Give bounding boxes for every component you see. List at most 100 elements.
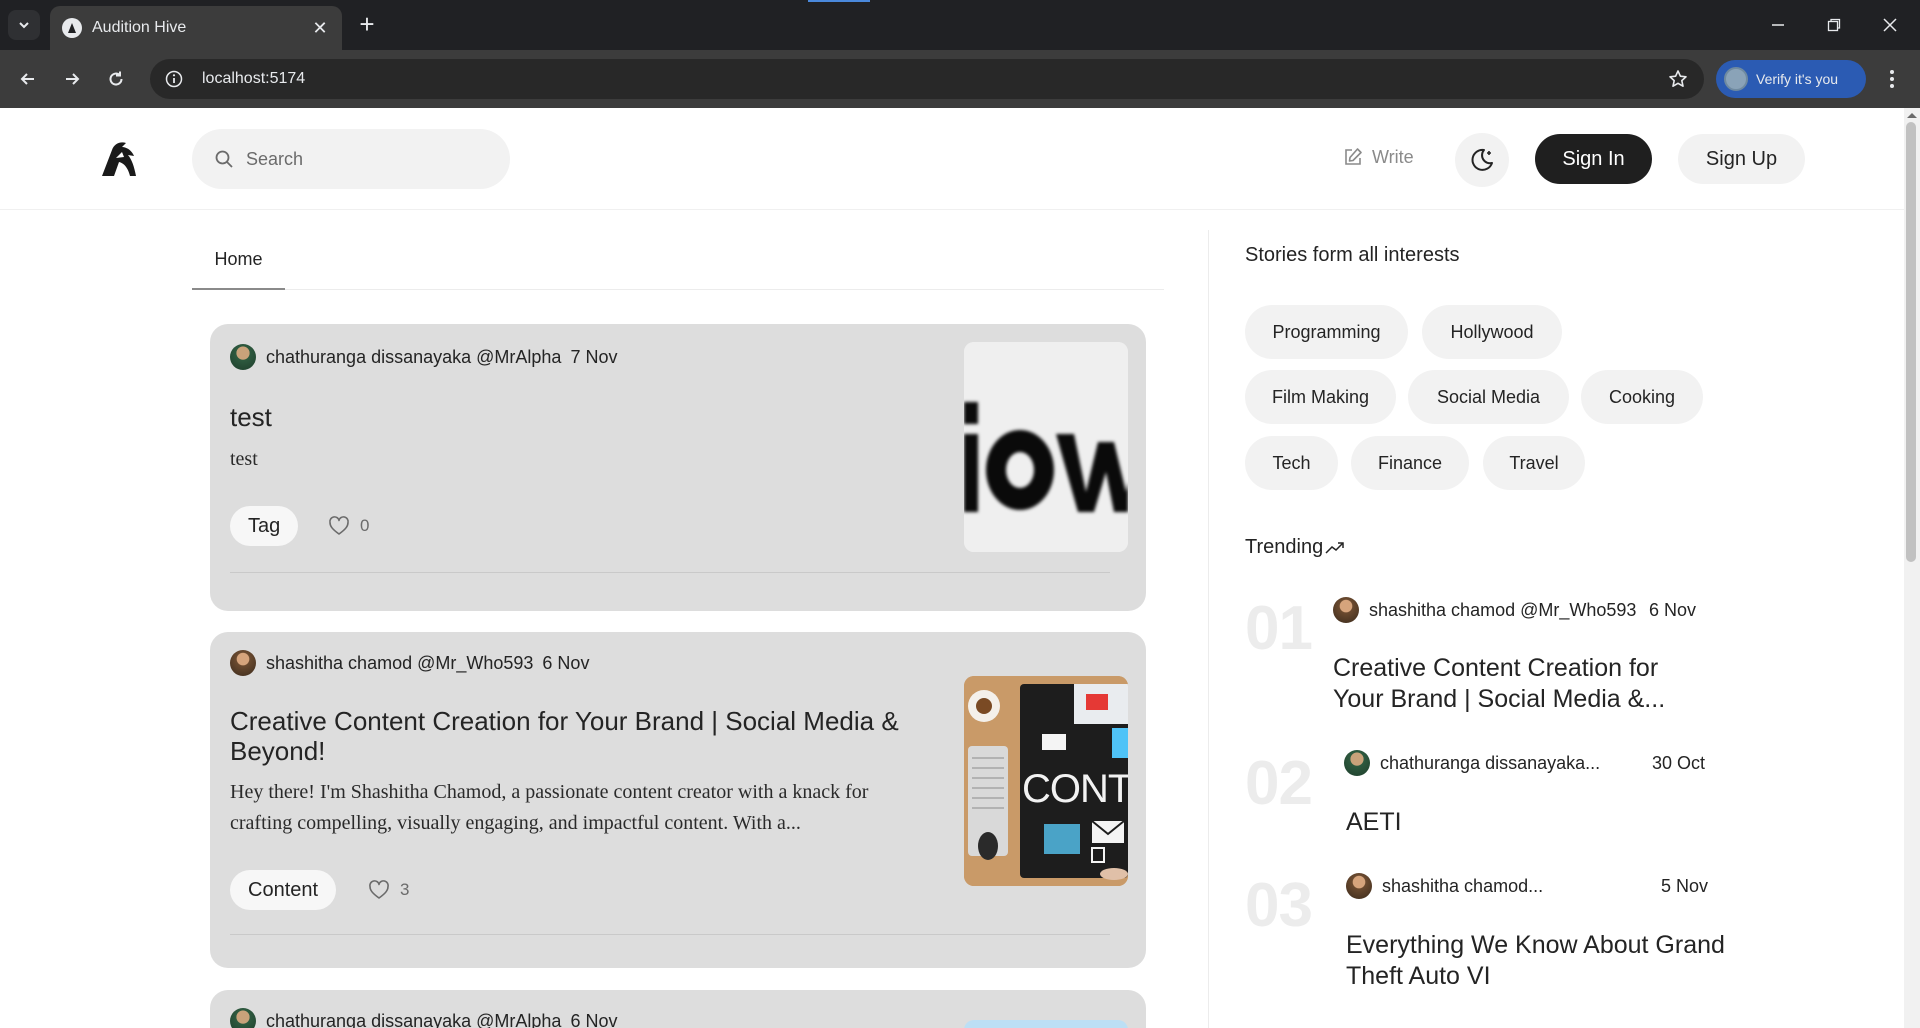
scrollbar-thumb[interactable] xyxy=(1906,122,1916,562)
restore-icon xyxy=(1827,18,1841,32)
avatar xyxy=(230,1008,256,1028)
trending-author-name: shashitha chamod @Mr_Who593 xyxy=(1369,599,1637,620)
pencil-square-icon xyxy=(1345,148,1362,165)
search-icon xyxy=(215,150,233,168)
card-divider xyxy=(230,934,1110,935)
avatar xyxy=(230,344,256,370)
browser-menu-button[interactable] xyxy=(1880,63,1904,95)
heart-icon xyxy=(369,880,389,899)
page-viewport: Write Sign In Sign Up Home chathuranga d… xyxy=(0,108,1920,1028)
post-title[interactable]: test xyxy=(230,402,950,432)
trending-date: 30 Oct xyxy=(1652,753,1706,773)
trending-author-name: shashitha chamod... xyxy=(1382,875,1544,896)
arrow-right-icon xyxy=(66,73,80,85)
browser-toolbar: localhost:5174 Verify it's you xyxy=(0,50,1920,108)
avatar xyxy=(1344,750,1370,776)
trending-date: 6 Nov xyxy=(1649,600,1697,620)
avatar xyxy=(1333,597,1359,623)
post-author[interactable]: shashitha chamod @Mr_Who593 6 Nov xyxy=(230,650,589,676)
post-tag[interactable]: Tag xyxy=(230,506,299,546)
write-label: Write xyxy=(1372,146,1414,167)
verify-identity-button[interactable]: Verify it's you xyxy=(1716,60,1866,98)
interest-chip-tech[interactable]: Tech xyxy=(1245,436,1338,490)
trending-author[interactable]: shashitha chamod @Mr_Who593 xyxy=(1333,597,1636,623)
theme-toggle-button[interactable] xyxy=(1455,133,1509,187)
like-count: 3 xyxy=(400,880,410,899)
site-info-icon[interactable] xyxy=(164,69,184,89)
interests-heading: Stories form all interests xyxy=(1245,244,1460,266)
post-title[interactable]: Creative Content Creation for Your Brand… xyxy=(230,706,950,766)
interest-chip-film-making[interactable]: Film Making xyxy=(1245,370,1396,424)
tab-title: Audition Hive xyxy=(92,19,187,36)
tab-home[interactable]: Home xyxy=(192,230,285,290)
trending-number: 01 xyxy=(1245,594,1313,663)
post-author[interactable]: chathuranga dissanayaka @MrAlpha 7 Nov xyxy=(230,344,617,370)
restore-button[interactable] xyxy=(1806,0,1862,50)
url-text[interactable]: localhost:5174 xyxy=(202,70,1666,88)
bookmark-star-icon[interactable] xyxy=(1666,67,1690,91)
post-thumbnail[interactable] xyxy=(964,342,1128,552)
site-logo[interactable] xyxy=(98,138,140,180)
trending-number: 02 xyxy=(1245,749,1313,818)
profile-avatar xyxy=(1724,67,1748,91)
trending-title[interactable]: AETI xyxy=(1346,807,1726,838)
interest-chip-finance[interactable]: Finance xyxy=(1351,436,1469,490)
trending-title[interactable]: Everything We Know About Grand Theft Aut… xyxy=(1346,930,1726,992)
post-card[interactable]: chathuranga dissanayaka @MrAlpha 6 Nov xyxy=(210,990,1146,1028)
trending-date: 5 Nov xyxy=(1661,876,1709,896)
post-date: 6 Nov xyxy=(542,652,590,673)
trending-title[interactable]: Creative Content Creation for Your Brand… xyxy=(1333,653,1713,715)
post-thumbnail[interactable] xyxy=(964,1020,1128,1028)
interest-chip-hollywood[interactable]: Hollywood xyxy=(1422,305,1562,359)
window-accent-line xyxy=(808,0,870,2)
interest-chip-social-media[interactable]: Social Media xyxy=(1408,370,1569,424)
moon-stars-icon xyxy=(1471,148,1493,171)
post-description: test xyxy=(230,448,258,470)
search-input[interactable] xyxy=(246,148,486,170)
like-button[interactable]: 0 xyxy=(328,515,369,537)
browser-tab[interactable]: Audition Hive ✕ xyxy=(50,6,342,50)
write-link[interactable]: Write xyxy=(1342,146,1414,168)
post-card[interactable]: chathuranga dissanayaka @MrAlpha 7 Nov t… xyxy=(210,324,1146,611)
back-button[interactable] xyxy=(12,63,44,95)
interest-chip-travel[interactable]: Travel xyxy=(1483,436,1585,490)
trending-author[interactable]: shashitha chamod... xyxy=(1346,873,1543,899)
sign-in-button[interactable]: Sign In xyxy=(1535,134,1652,184)
tab-close-icon[interactable]: ✕ xyxy=(310,18,330,39)
trending-up-icon xyxy=(1325,541,1344,554)
like-button[interactable]: 3 xyxy=(368,879,409,901)
post-card[interactable]: shashitha chamod @Mr_Who593 6 Nov Creati… xyxy=(210,632,1146,968)
forward-button[interactable] xyxy=(56,63,88,95)
post-description: Hey there! I'm Shashitha Chamod, a passi… xyxy=(230,781,869,834)
address-bar[interactable]: localhost:5174 xyxy=(150,59,1704,99)
site-favicon-icon xyxy=(62,18,82,38)
post-date: 7 Nov xyxy=(570,346,618,367)
post-date: 6 Nov xyxy=(570,1010,618,1028)
minimize-icon xyxy=(1772,24,1784,26)
post-thumbnail[interactable]: CONTE xyxy=(964,676,1128,886)
post-author[interactable]: chathuranga dissanayaka @MrAlpha 6 Nov xyxy=(230,1008,617,1028)
minimize-button[interactable] xyxy=(1750,0,1806,50)
feed-tabs: Home xyxy=(192,230,1164,290)
avatar xyxy=(1346,873,1372,899)
sign-up-button[interactable]: Sign Up xyxy=(1678,134,1805,184)
interest-chip-cooking[interactable]: Cooking xyxy=(1581,370,1703,424)
search-bar[interactable] xyxy=(192,129,510,189)
post-author-name: chathuranga dissanayaka @MrAlpha xyxy=(266,1010,562,1028)
new-tab-button[interactable]: + xyxy=(352,10,382,40)
interest-chip-programming[interactable]: Programming xyxy=(1245,305,1408,359)
heart-icon xyxy=(329,516,349,535)
post-author-name: shashitha chamod @Mr_Who593 xyxy=(266,652,534,673)
chevron-down-icon xyxy=(19,22,29,29)
thumbnail-image xyxy=(964,342,1128,552)
logo-icon xyxy=(102,142,136,176)
like-count: 0 xyxy=(360,516,370,535)
reload-button[interactable] xyxy=(100,63,132,95)
trending-author[interactable]: chathuranga dissanayaka... xyxy=(1344,750,1600,776)
card-divider xyxy=(230,572,1110,573)
close-window-button[interactable] xyxy=(1862,0,1918,50)
scroll-up-arrow-icon[interactable] xyxy=(1905,110,1919,120)
post-tag[interactable]: Content xyxy=(230,870,337,910)
tab-search-button[interactable] xyxy=(8,10,40,40)
site-navbar: Write Sign In Sign Up xyxy=(0,108,1904,210)
